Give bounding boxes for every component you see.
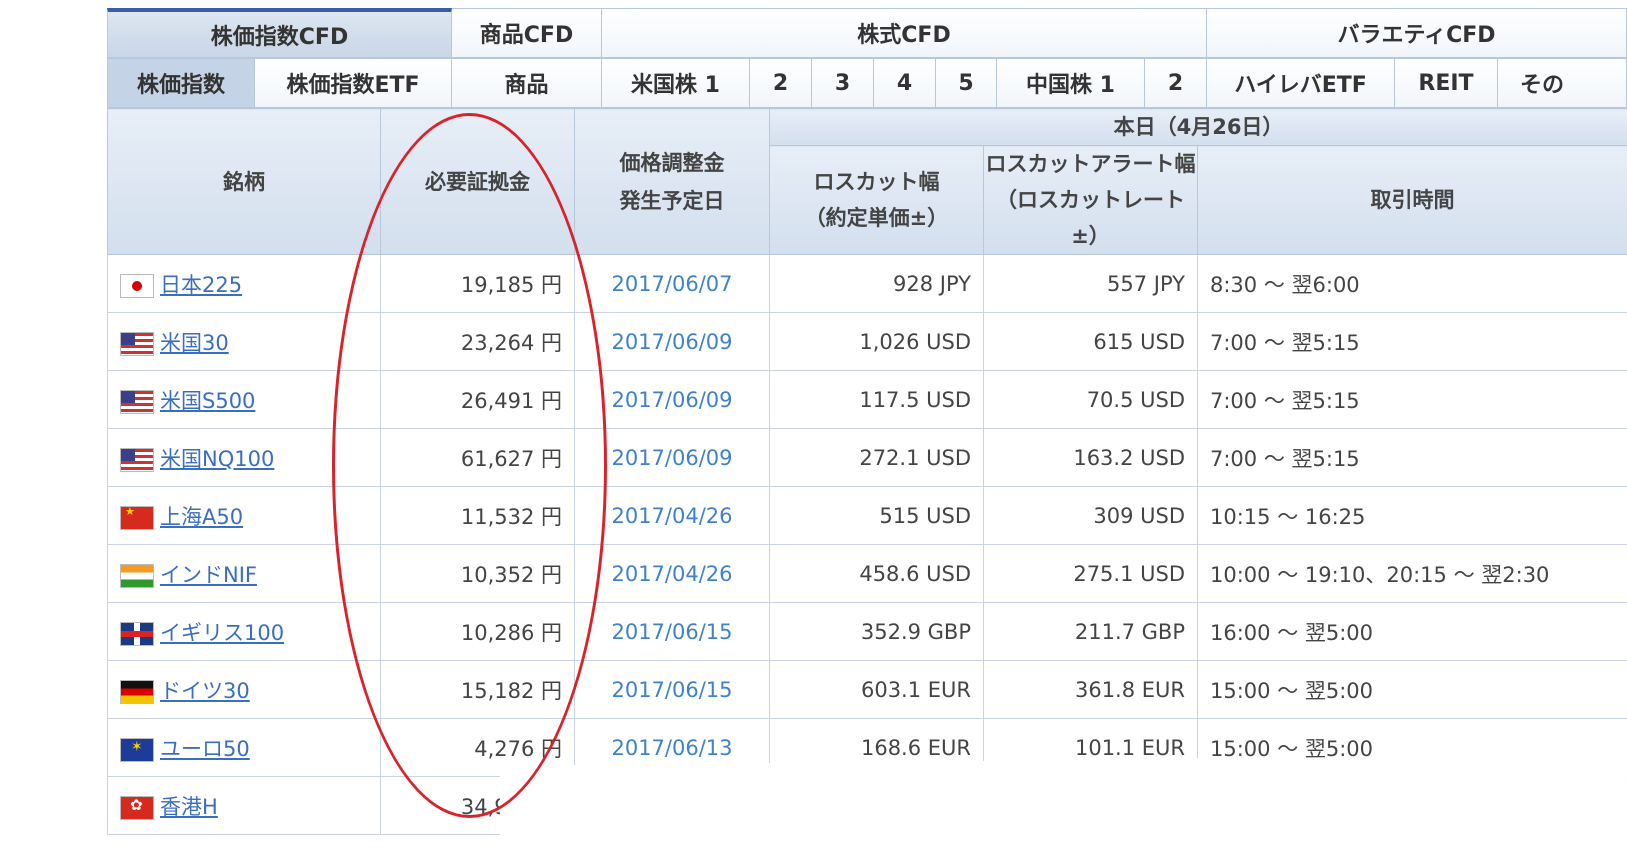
cell-adjust-date[interactable]: 2017/06/09: [575, 313, 770, 371]
cell-adjust-date[interactable]: 2017/06/15: [575, 603, 770, 661]
tab-stock-cfd[interactable]: 株式CFD: [602, 8, 1207, 58]
instrument-link[interactable]: インドNIF: [160, 563, 257, 587]
col-header-alert: ロスカットアラート幅 （ロスカットレート±）: [984, 146, 1198, 255]
cell-hours: 7:00 ～ 翌5:15: [1198, 429, 1627, 487]
main-tab-bar: 株価指数CFD 商品CFD 株式CFD バラエティCFD: [107, 8, 1627, 58]
instrument-link[interactable]: ユーロ50: [160, 737, 250, 761]
cn-flag-icon: [120, 506, 154, 530]
instrument-link[interactable]: 香港H: [160, 795, 218, 819]
subtab-us-stock-1[interactable]: 米国株 1: [602, 58, 750, 108]
cell-alert: 70.5 USD: [984, 371, 1198, 429]
cell-adjust-date[interactable]: 2017/04/26: [575, 545, 770, 603]
instrument-link[interactable]: イギリス100: [160, 621, 284, 645]
margin-column-highlight-oval: [332, 113, 607, 818]
jp-flag-icon: [120, 274, 154, 298]
cell-losscut: 603.1 EUR: [770, 661, 984, 719]
cell-losscut: 272.1 USD: [770, 429, 984, 487]
col-header-adjust-line2: 発生予定日: [575, 182, 769, 220]
instrument-link[interactable]: 米国S500: [160, 389, 255, 413]
col-header-alert-line2: （ロスカットレート±）: [984, 182, 1197, 254]
cell-alert: 615 USD: [984, 313, 1198, 371]
gb-flag-icon: [120, 622, 154, 646]
col-header-hours: 取引時間: [1198, 146, 1627, 255]
cell-losscut: 352.9 GBP: [770, 603, 984, 661]
cell-name: イギリス100: [108, 603, 381, 661]
cell-hours: 10:15 ～ 16:25: [1198, 487, 1627, 545]
cell-alert: 275.1 USD: [984, 545, 1198, 603]
subtab-us-stock-5[interactable]: 5: [936, 58, 997, 108]
cell-name: ユーロ50: [108, 719, 381, 777]
cell-alert: 361.8 EUR: [984, 661, 1198, 719]
cell-adjust-date[interactable]: 2017/06/15: [575, 661, 770, 719]
subtab-us-stock-3[interactable]: 3: [812, 58, 874, 108]
subtab-china-stock-1[interactable]: 中国株 1: [997, 58, 1145, 108]
subtab-index[interactable]: 株価指数: [107, 58, 255, 108]
table-row: ドイツ3015,182 円2017/06/15603.1 EUR361.8 EU…: [108, 661, 1627, 719]
cell-hours: 8:30 ～ 翌6:00: [1198, 255, 1627, 313]
table-row: イギリス10010,286 円2017/06/15352.9 GBP211.7 …: [108, 603, 1627, 661]
eu-flag-icon: [120, 738, 154, 762]
col-header-today: 本日（4月26日）: [770, 109, 1627, 146]
in-flag-icon: [120, 564, 154, 588]
cell-losscut: 117.5 USD: [770, 371, 984, 429]
subtab-reit[interactable]: REIT: [1395, 58, 1498, 108]
col-header-losscut-line2: （約定単価±）: [770, 200, 983, 236]
col-header-adjust-date: 価格調整金 発生予定日: [575, 109, 770, 255]
us-flag-icon: [120, 332, 154, 356]
table-row: 日本22519,185 円2017/06/07928 JPY557 JPY8:3…: [108, 255, 1627, 313]
col-header-losscut: ロスカット幅 （約定単価±）: [770, 146, 984, 255]
table-row: 米国3023,264 円2017/06/091,026 USD615 USD7:…: [108, 313, 1627, 371]
de-flag-icon: [120, 680, 154, 704]
subtab-us-stock-2[interactable]: 2: [750, 58, 812, 108]
cell-name: 日本225: [108, 255, 381, 313]
col-header-alert-line1: ロスカットアラート幅: [984, 146, 1197, 182]
subtab-index-etf[interactable]: 株価指数ETF: [255, 58, 452, 108]
sub-tab-bar: 株価指数 株価指数ETF 商品 米国株 1 2 3 4 5 中国株 1 2 ハイ…: [107, 58, 1627, 108]
cell-hours: 10:00 ～ 19:10、20:15 ～ 翌2:30: [1198, 545, 1627, 603]
tab-variety-cfd[interactable]: バラエティCFD: [1207, 8, 1627, 58]
cell-name: ドイツ30: [108, 661, 381, 719]
cell-losscut: 458.6 USD: [770, 545, 984, 603]
col-header-adjust-line1: 価格調整金: [575, 144, 769, 182]
subtab-commodity[interactable]: 商品: [452, 58, 602, 108]
cell-hours: 16:00 ～ 翌5:00: [1198, 603, 1627, 661]
cell-alert: 309 USD: [984, 487, 1198, 545]
torn-paper-edge: [500, 754, 1627, 856]
cell-hours: 7:00 ～ 翌5:15: [1198, 371, 1627, 429]
cell-alert: 557 JPY: [984, 255, 1198, 313]
instrument-link[interactable]: 米国30: [160, 331, 229, 355]
instrument-link[interactable]: ドイツ30: [160, 679, 250, 703]
cell-losscut: 515 USD: [770, 487, 984, 545]
col-header-losscut-line1: ロスカット幅: [770, 164, 983, 200]
instrument-link[interactable]: 日本225: [160, 273, 242, 297]
subtab-china-stock-2[interactable]: 2: [1145, 58, 1207, 108]
subtab-other[interactable]: その: [1498, 58, 1627, 108]
cell-hours: 15:00 ～ 翌5:00: [1198, 661, 1627, 719]
col-header-name: 銘柄: [108, 109, 381, 255]
cell-alert: 163.2 USD: [984, 429, 1198, 487]
cell-hours: 7:00 ～ 翌5:15: [1198, 313, 1627, 371]
cell-losscut: 928 JPY: [770, 255, 984, 313]
subtab-high-leverage-etf[interactable]: ハイレバETF: [1207, 58, 1395, 108]
instrument-link[interactable]: 米国NQ100: [160, 447, 274, 471]
cell-adjust-date[interactable]: 2017/06/07: [575, 255, 770, 313]
instrument-link[interactable]: 上海A50: [160, 505, 243, 529]
cell-alert: 211.7 GBP: [984, 603, 1198, 661]
us-flag-icon: [120, 448, 154, 472]
cell-name: 香港H: [108, 777, 381, 835]
tab-commodity-cfd[interactable]: 商品CFD: [452, 8, 602, 58]
hk-flag-icon: [120, 796, 154, 820]
tab-index-cfd[interactable]: 株価指数CFD: [107, 8, 452, 58]
us-flag-icon: [120, 390, 154, 414]
subtab-us-stock-4[interactable]: 4: [874, 58, 936, 108]
cell-losscut: 1,026 USD: [770, 313, 984, 371]
